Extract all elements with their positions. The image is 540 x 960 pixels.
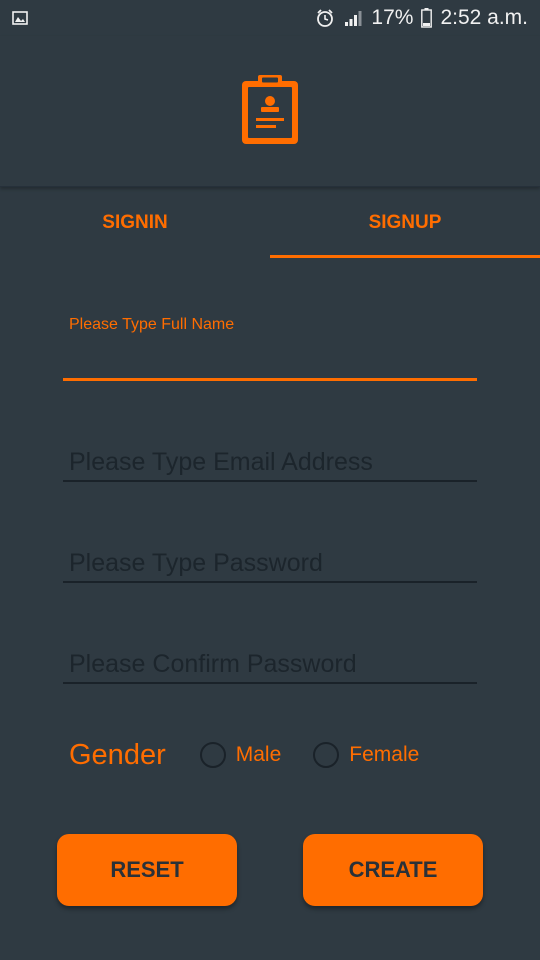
tab-signin-label: SIGNIN xyxy=(102,212,168,233)
image-icon xyxy=(12,11,28,25)
alarm-icon xyxy=(315,8,335,28)
tab-signup-label: SIGNUP xyxy=(368,212,442,233)
password-field-group xyxy=(63,541,477,585)
confirm-password-underline xyxy=(63,682,477,684)
gender-label: Gender xyxy=(69,738,166,771)
signal-icon xyxy=(343,9,363,27)
reset-button[interactable]: RESET xyxy=(57,834,237,906)
auth-tabs: SIGNIN SIGNUP xyxy=(0,188,540,258)
gender-male-option[interactable]: Male xyxy=(199,742,282,768)
app-header xyxy=(0,36,540,187)
full-name-label: Please Type Full Name xyxy=(69,316,235,333)
tab-signup[interactable]: SIGNUP xyxy=(270,188,540,258)
gender-row: Gender Male Female xyxy=(69,732,451,778)
full-name-field-group: Please Type Full Name xyxy=(63,300,477,384)
full-name-underline xyxy=(63,378,477,381)
gender-female-radio[interactable] xyxy=(313,742,340,768)
battery-icon xyxy=(421,8,433,28)
password-underline xyxy=(63,581,477,583)
battery-percent: 17% xyxy=(371,6,414,29)
confirm-password-field-group xyxy=(63,642,477,686)
gender-female-label: Female xyxy=(349,743,420,766)
email-field-group xyxy=(63,440,477,484)
email-underline xyxy=(63,480,477,482)
gender-male-label: Male xyxy=(235,743,282,766)
gender-female-option[interactable]: Female xyxy=(313,742,419,768)
tab-signin[interactable]: SIGNIN xyxy=(0,188,270,258)
confirm-password-input[interactable] xyxy=(63,644,477,684)
gender-male-radio[interactable] xyxy=(199,742,226,768)
email-input[interactable] xyxy=(63,442,477,482)
create-button[interactable]: CREATE xyxy=(303,834,483,906)
status-bar: 17% 2:52 a.m. xyxy=(0,0,540,36)
full-name-input[interactable] xyxy=(63,342,477,378)
clock-time: 2:52 a.m. xyxy=(440,6,528,29)
clipboard-badge-icon xyxy=(242,75,298,144)
password-input[interactable] xyxy=(63,543,477,583)
